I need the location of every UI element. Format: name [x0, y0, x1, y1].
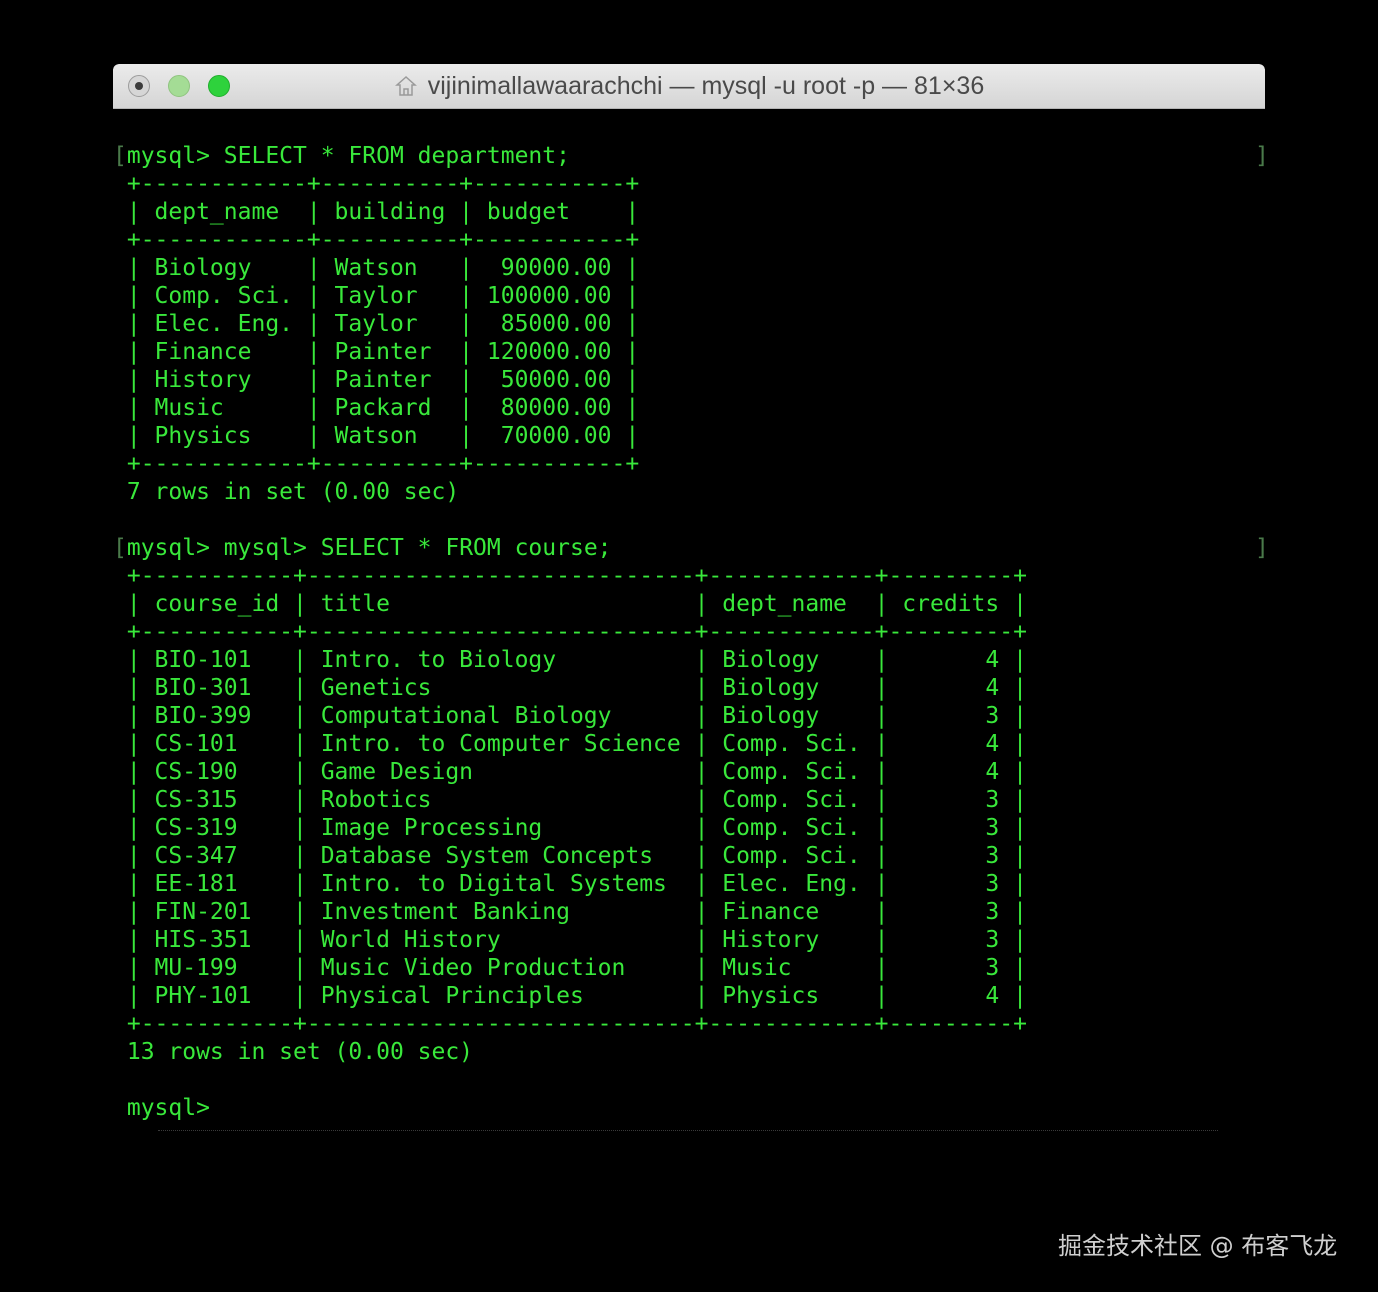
terminal-line: [mysql> mysql> SELECT * FROM course;] [113, 534, 1265, 562]
line-text: | dept_name | building | budget | [113, 199, 640, 225]
terminal-line: | CS-347 | Database System Concepts | Co… [113, 842, 1265, 870]
line-text: mysql> SELECT * FROM department; [126, 143, 570, 169]
terminal-line: | HIS-351 | World History | History | 3 … [113, 926, 1265, 954]
line-text: 13 rows in set (0.00 sec) [113, 1039, 474, 1065]
watermark: 掘金技术社区 @ 布客飞龙 [1058, 1232, 1338, 1260]
terminal-line: +------------+----------+-----------+ [113, 450, 1265, 478]
terminal-line: mysql> [113, 1094, 1265, 1122]
line-text: mysql> mysql> SELECT * FROM course; [126, 535, 612, 561]
line-text: | CS-101 | Intro. to Computer Science | … [113, 731, 1027, 757]
terminal-line: | CS-315 | Robotics | Comp. Sci. | 3 | [113, 786, 1265, 814]
line-text: | History | Painter | 50000.00 | [113, 367, 640, 393]
window-title: vijinimallawaarachchi — mysql -u root -p… [427, 71, 985, 100]
terminal-line: | CS-101 | Intro. to Computer Science | … [113, 730, 1265, 758]
terminal-line: +------------+----------+-----------+ [113, 170, 1265, 198]
line-text: | MU-199 | Music Video Production | Musi… [113, 955, 1027, 981]
line-text: | CS-315 | Robotics | Comp. Sci. | 3 | [113, 787, 1027, 813]
line-text: | EE-181 | Intro. to Digital Systems | E… [113, 871, 1027, 897]
line-text: 7 rows in set (0.00 sec) [113, 479, 460, 505]
terminal-line: | BIO-301 | Genetics | Biology | 4 | [113, 674, 1265, 702]
line-text: +-----------+---------------------------… [113, 1011, 1027, 1037]
line-right-bracket: ] [1255, 534, 1265, 562]
line-text: | Finance | Painter | 120000.00 | [113, 339, 640, 365]
line-text: | CS-190 | Game Design | Comp. Sci. | 4 … [113, 759, 1027, 785]
terminal-line: [mysql> SELECT * FROM department;] [113, 142, 1265, 170]
terminal-line: 7 rows in set (0.00 sec) [113, 478, 1265, 506]
line-text: | FIN-201 | Investment Banking | Finance… [113, 899, 1027, 925]
terminal-output[interactable]: [mysql> SELECT * FROM department;] +----… [113, 142, 1265, 1122]
terminal-line: +-----------+---------------------------… [113, 1010, 1265, 1038]
line-text: | BIO-101 | Intro. to Biology | Biology … [113, 647, 1027, 673]
terminal-line: | course_id | title | dept_name | credit… [113, 590, 1265, 618]
line-text: mysql> [113, 1095, 224, 1121]
home-folder-icon [394, 75, 417, 96]
line-text: | CS-347 | Database System Concepts | Co… [113, 843, 1027, 869]
line-text: | HIS-351 | World History | History | 3 … [113, 927, 1027, 953]
terminal-window: vijinimallawaarachchi — mysql -u root -p… [113, 64, 1265, 1134]
terminal-line: | History | Painter | 50000.00 | [113, 366, 1265, 394]
terminal-line: | PHY-101 | Physical Principles | Physic… [113, 982, 1265, 1010]
terminal-line: | CS-190 | Game Design | Comp. Sci. | 4 … [113, 758, 1265, 786]
line-text: | PHY-101 | Physical Principles | Physic… [113, 983, 1027, 1009]
line-text: | Elec. Eng. | Taylor | 85000.00 | [113, 311, 640, 337]
line-text: | Physics | Watson | 70000.00 | [113, 423, 640, 449]
terminal-line: +------------+----------+-----------+ [113, 226, 1265, 254]
line-text: +-----------+---------------------------… [113, 563, 1027, 589]
line-left-bracket: [ [113, 535, 127, 561]
line-text: +-----------+---------------------------… [113, 619, 1027, 645]
title-bar[interactable]: vijinimallawaarachchi — mysql -u root -p… [113, 64, 1265, 109]
terminal-line: | dept_name | building | budget | [113, 198, 1265, 226]
line-text: +------------+----------+-----------+ [113, 451, 640, 477]
terminal-line: | FIN-201 | Investment Banking | Finance… [113, 898, 1265, 926]
terminal-line: | CS-319 | Image Processing | Comp. Sci.… [113, 814, 1265, 842]
line-text: | Music | Packard | 80000.00 | [113, 395, 640, 421]
line-text: | BIO-301 | Genetics | Biology | 4 | [113, 675, 1027, 701]
line-right-bracket: ] [1255, 142, 1265, 170]
line-left-bracket: [ [113, 143, 127, 169]
terminal-line: | MU-199 | Music Video Production | Musi… [113, 954, 1265, 982]
line-text: | Comp. Sci. | Taylor | 100000.00 | [113, 283, 640, 309]
terminal-line: | EE-181 | Intro. to Digital Systems | E… [113, 870, 1265, 898]
divider [158, 1130, 1218, 1131]
terminal-line: +-----------+---------------------------… [113, 562, 1265, 590]
terminal-line: | BIO-101 | Intro. to Biology | Biology … [113, 646, 1265, 674]
line-text: | course_id | title | dept_name | credit… [113, 591, 1027, 617]
terminal-line: 13 rows in set (0.00 sec) [113, 1038, 1265, 1066]
terminal-line: | Physics | Watson | 70000.00 | [113, 422, 1265, 450]
terminal-line: | Music | Packard | 80000.00 | [113, 394, 1265, 422]
terminal-line: | Comp. Sci. | Taylor | 100000.00 | [113, 282, 1265, 310]
terminal-line: +-----------+---------------------------… [113, 618, 1265, 646]
line-text: | Biology | Watson | 90000.00 | [113, 255, 640, 281]
line-text: | CS-319 | Image Processing | Comp. Sci.… [113, 815, 1027, 841]
terminal-line: | Finance | Painter | 120000.00 | [113, 338, 1265, 366]
line-text: +------------+----------+-----------+ [113, 227, 640, 253]
line-text: +------------+----------+-----------+ [113, 171, 640, 197]
terminal-line: | BIO-399 | Computational Biology | Biol… [113, 702, 1265, 730]
line-text: | BIO-399 | Computational Biology | Biol… [113, 703, 1027, 729]
terminal-line: | Biology | Watson | 90000.00 | [113, 254, 1265, 282]
terminal-line: | Elec. Eng. | Taylor | 85000.00 | [113, 310, 1265, 338]
